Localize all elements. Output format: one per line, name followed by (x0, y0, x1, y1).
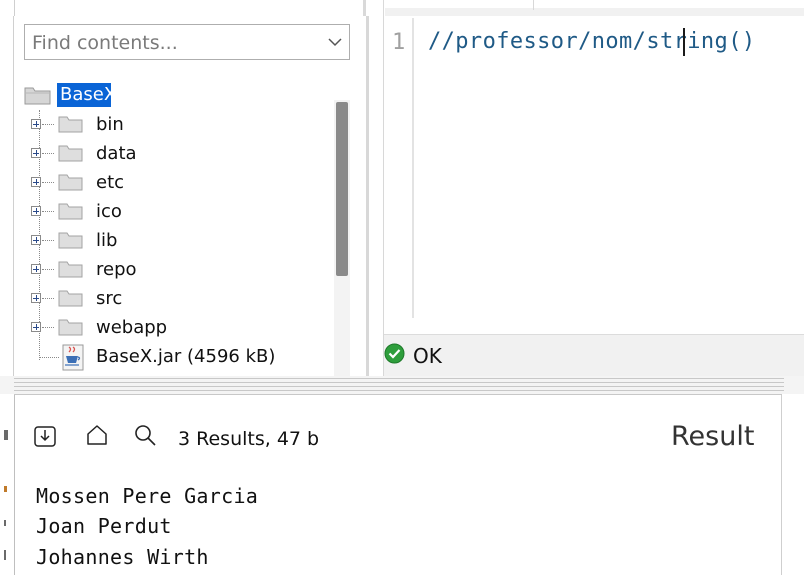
tree-item-label: lib (96, 230, 118, 251)
expand-icon[interactable] (31, 264, 41, 274)
tree-connector (42, 153, 54, 154)
folder-icon (58, 172, 84, 197)
expand-icon[interactable] (31, 293, 41, 303)
result-line[interactable]: Joan Perdut (36, 514, 172, 538)
expand-icon[interactable] (31, 235, 41, 245)
folder-icon (58, 201, 84, 226)
splitter-line (14, 382, 784, 383)
expand-icon[interactable] (31, 148, 41, 158)
tree-item-label: BaseX.jar (4596 kB) (96, 346, 276, 367)
expand-icon[interactable] (31, 177, 41, 187)
tree-item-label: repo (96, 259, 137, 280)
results-border (14, 394, 15, 575)
search-icon[interactable] (133, 423, 157, 447)
gutter-mark (4, 430, 8, 440)
panel-splitter[interactable] (366, 16, 384, 376)
tree-root-baseX[interactable]: BaseX (60, 84, 116, 105)
jar-file-icon (60, 344, 86, 377)
top-divider (383, 0, 384, 16)
text-caret (683, 28, 685, 56)
results-side-area (782, 394, 804, 575)
folder-icon (58, 230, 84, 255)
expand-icon[interactable] (31, 322, 41, 332)
top-divider (363, 0, 366, 16)
tree-connector (42, 211, 54, 212)
tree-item-bin[interactable]: bin (30, 112, 330, 140)
tree-connector (42, 124, 54, 125)
line-number: 1 (392, 30, 406, 55)
folder-icon (58, 114, 84, 139)
result-line[interactable]: Mossen Pere Garcia (36, 484, 258, 508)
tree-item-label: src (96, 288, 123, 309)
editor-gutter-divider (412, 18, 414, 318)
result-line[interactable]: Johannes Wirth (36, 545, 209, 569)
expand-icon[interactable] (31, 119, 41, 129)
results-top-border (14, 394, 782, 395)
folder-icon (58, 259, 84, 284)
tree-item-label: bin (96, 114, 124, 135)
result-count: 3 Results, 47 b (178, 428, 320, 450)
splitter-line (14, 378, 784, 379)
tab-separator (533, 0, 534, 10)
home-icon[interactable] (85, 423, 109, 447)
editor-tab-bar[interactable] (385, 8, 804, 16)
tree-item-repo[interactable]: repo (30, 257, 330, 285)
tree-item-webapp[interactable]: webapp (30, 315, 330, 343)
left-margin (0, 16, 14, 376)
tree-connector (39, 357, 59, 358)
tree-item-label: webapp (96, 317, 168, 338)
query-code-line[interactable]: //professor/nom/string() (428, 29, 755, 54)
tree-scrollbar-thumb[interactable] (336, 102, 348, 276)
folder-icon (58, 317, 84, 342)
find-contents-placeholder[interactable]: Find contents... (32, 32, 178, 54)
gutter-mark (4, 486, 7, 492)
splitter-line (14, 390, 784, 391)
tree-item-etc[interactable]: etc (30, 170, 330, 198)
chevron-down-icon[interactable] (326, 32, 344, 52)
tree-item-label: ico (96, 201, 122, 222)
query-status-bar (384, 334, 804, 376)
horizontal-splitter[interactable] (0, 376, 804, 394)
status-text: OK (413, 344, 442, 368)
expand-icon[interactable] (31, 206, 41, 216)
tree-item-ico[interactable]: ico (30, 199, 330, 227)
tree-item-label: etc (96, 172, 125, 193)
tree-item-data[interactable]: data (30, 141, 330, 169)
gutter-mark (4, 550, 6, 560)
top-divider (14, 0, 15, 16)
folder-icon (58, 143, 84, 168)
ok-check-icon (384, 343, 405, 364)
results-title: Result (671, 421, 755, 452)
gutter-mark (4, 520, 6, 526)
folder-icon (58, 288, 84, 313)
tree-connector (42, 182, 54, 183)
tree-item-basex-jar[interactable]: BaseX.jar (4596 kB) (30, 344, 330, 372)
tree-item-lib[interactable]: lib (30, 228, 330, 256)
query-editor[interactable] (384, 16, 804, 318)
tree-connector (42, 269, 54, 270)
tree-connector (42, 298, 54, 299)
tree-connector (42, 240, 54, 241)
splitter-line (14, 386, 784, 387)
export-icon[interactable] (33, 424, 57, 448)
folder-open-icon (24, 84, 52, 111)
tree-item-src[interactable]: src (30, 286, 330, 314)
tree-item-label: data (96, 143, 137, 164)
tree-connector (42, 327, 54, 328)
